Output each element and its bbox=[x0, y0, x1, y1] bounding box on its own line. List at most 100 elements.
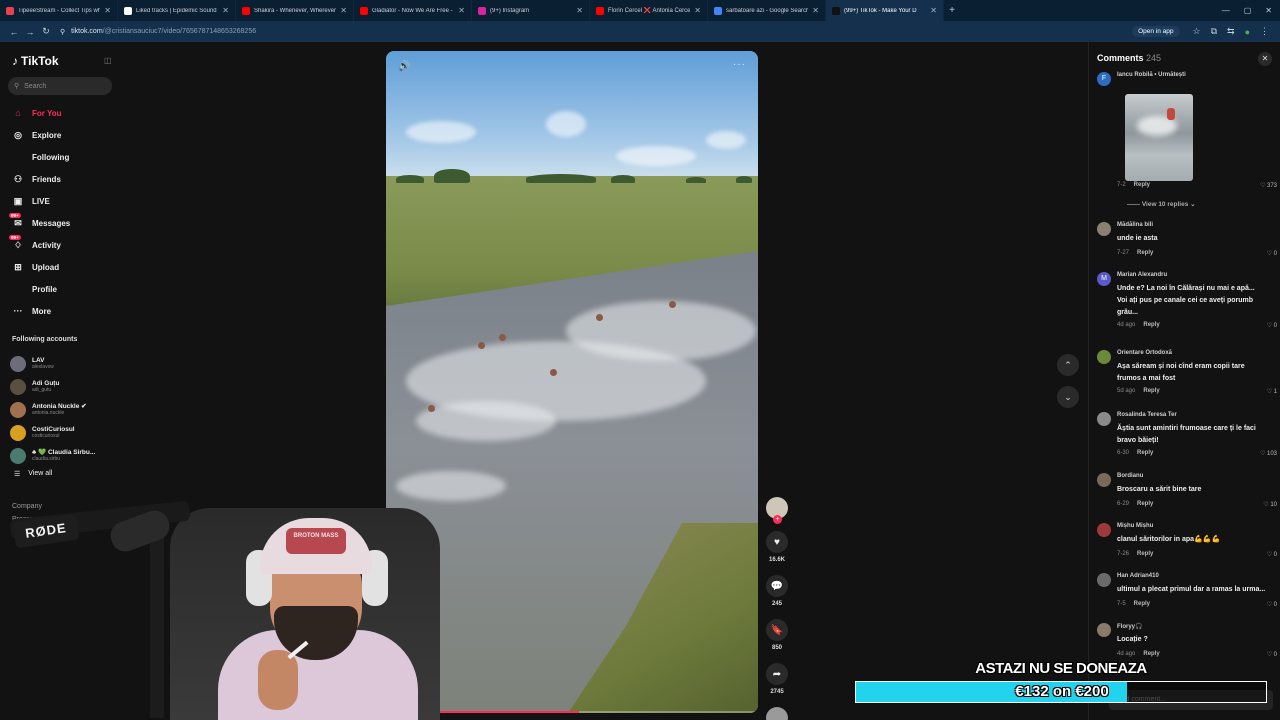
video-player[interactable]: 🔊 ··· bbox=[386, 51, 758, 713]
tab-close-icon[interactable]: ✕ bbox=[694, 6, 701, 15]
share-icon[interactable]: ➦ bbox=[766, 663, 788, 685]
tab-close-icon[interactable]: ✕ bbox=[222, 6, 229, 15]
tab-close-icon[interactable]: ✕ bbox=[104, 6, 111, 15]
comment-avatar[interactable]: M bbox=[1097, 272, 1111, 286]
comment-avatar[interactable] bbox=[1097, 523, 1111, 537]
comment-username[interactable]: Floryy🎧 bbox=[1117, 623, 1142, 630]
previous-video-button[interactable]: ⌃ bbox=[1057, 354, 1079, 376]
following-account[interactable]: CostiCuriosul costicuriosul bbox=[10, 421, 115, 444]
minimize-icon[interactable]: — bbox=[1222, 6, 1230, 15]
comment-avatar[interactable] bbox=[1097, 573, 1111, 587]
video-more-icon[interactable]: ··· bbox=[733, 59, 746, 70]
sidebar-item-profile[interactable]: Profile bbox=[8, 278, 112, 300]
search-input[interactable]: ⚲ Search bbox=[8, 77, 112, 95]
reply-button[interactable]: Reply bbox=[1137, 501, 1153, 507]
browser-tab[interactable]: Florin Cercel ❌ Antonia Cercel ✕ bbox=[590, 0, 708, 21]
sidebar-item-upload[interactable]: ⊞ Upload bbox=[8, 256, 112, 278]
forward-icon[interactable]: → bbox=[22, 27, 38, 37]
comment-username[interactable]: Rosalinda Teresa Ter bbox=[1117, 412, 1177, 418]
following-account[interactable]: Adi Guțu adi_gutu bbox=[10, 375, 115, 398]
comment-icon[interactable]: 💬 bbox=[766, 575, 788, 597]
tab-close-icon[interactable]: ✕ bbox=[340, 6, 347, 15]
browser-tab[interactable]: (99+) TikTok - Make Your D ✕ bbox=[826, 0, 944, 21]
comment-image[interactable] bbox=[1125, 94, 1193, 181]
following-account[interactable]: ♣ 💚 Claudia Sirbu... claudia.sirbu bbox=[10, 444, 115, 467]
volume-icon[interactable]: 🔊 bbox=[398, 61, 410, 72]
next-video-button[interactable]: ⌄ bbox=[1057, 386, 1079, 408]
reply-button[interactable]: Reply bbox=[1134, 182, 1150, 188]
comment-avatar[interactable] bbox=[1097, 623, 1111, 637]
comment-like[interactable]: ♡ 373 bbox=[1260, 182, 1277, 189]
comment-username[interactable]: Mișhu Mișhu bbox=[1117, 523, 1153, 529]
cast-icon[interactable]: ⇆ bbox=[1227, 26, 1235, 37]
open-in-app-button[interactable]: Open in app bbox=[1132, 26, 1180, 37]
maximize-icon[interactable]: ▢ bbox=[1244, 6, 1252, 15]
collapse-sidebar-icon[interactable]: ◫ bbox=[104, 56, 112, 65]
comment-avatar[interactable] bbox=[1097, 412, 1111, 426]
follow-plus-icon[interactable]: + bbox=[773, 515, 782, 524]
comment-like[interactable]: ♡ 0 bbox=[1267, 651, 1277, 658]
comment-avatar[interactable]: F bbox=[1097, 72, 1111, 86]
tab-close-icon[interactable]: ✕ bbox=[812, 6, 819, 15]
comment-like[interactable]: ♡ 103 bbox=[1260, 450, 1277, 457]
reply-button[interactable]: Reply bbox=[1134, 601, 1150, 607]
tiktok-logo[interactable]: ♪ TikTok bbox=[12, 54, 59, 68]
browser-menu-icon[interactable]: ⋮ bbox=[1260, 26, 1269, 37]
music-disc-avatar[interactable] bbox=[766, 707, 788, 720]
browser-tab[interactable]: sarbatoare azi - Google Search ✕ bbox=[708, 0, 826, 21]
comment-username[interactable]: Bordianu bbox=[1117, 473, 1143, 479]
following-account[interactable]: Antonia Nuckle ✔ antonia.nuckle bbox=[10, 398, 115, 421]
browser-tab[interactable]: Gladiator - Now We Are Free - ✕ bbox=[354, 0, 472, 21]
reply-button[interactable]: Reply bbox=[1137, 551, 1153, 557]
comment-like[interactable]: ♡ 0 bbox=[1267, 250, 1277, 257]
comment-avatar[interactable] bbox=[1097, 473, 1111, 487]
reply-button[interactable]: Reply bbox=[1143, 322, 1159, 328]
browser-tab[interactable]: Shakira - Whenever, Wherever ✕ bbox=[236, 0, 354, 21]
sidebar-item-following[interactable]: Following bbox=[8, 146, 112, 168]
sidebar-item-for-you[interactable]: ⌂ For You bbox=[8, 102, 112, 124]
comment-username[interactable]: Orientare Ortodoxă bbox=[1117, 350, 1172, 356]
sidebar-item-more[interactable]: ··· More bbox=[8, 300, 112, 322]
bookmark-icon[interactable]: 🔖 bbox=[766, 619, 788, 641]
sidebar-item-activity[interactable]: ♢ Activity 99+ bbox=[8, 234, 112, 256]
sidebar-item-friends[interactable]: ⚇ Friends bbox=[8, 168, 112, 190]
browser-tab[interactable]: Liked tracks | Epidemic Sound ✕ bbox=[118, 0, 236, 21]
browser-tab[interactable]: TipeeeStream - Collect Tips wh ✕ bbox=[0, 0, 118, 21]
tab-close-icon[interactable]: ✕ bbox=[930, 6, 937, 15]
tab-close-icon[interactable]: ✕ bbox=[458, 6, 465, 15]
like-icon[interactable]: ♥ bbox=[766, 531, 788, 553]
sidebar-item-live[interactable]: ▣ LIVE bbox=[8, 190, 112, 212]
comment-avatar[interactable] bbox=[1097, 350, 1111, 364]
sidebar-item-explore[interactable]: ◎ Explore bbox=[8, 124, 112, 146]
close-window-icon[interactable]: ✕ bbox=[1265, 6, 1272, 15]
creator-avatar[interactable]: + bbox=[766, 497, 788, 524]
video-progress-bar[interactable] bbox=[386, 711, 758, 713]
comment-like[interactable]: ♡ 0 bbox=[1267, 322, 1277, 329]
comment-avatar[interactable] bbox=[1097, 222, 1111, 236]
reply-button[interactable]: Reply bbox=[1137, 250, 1153, 256]
site-info-icon[interactable]: ⚲ bbox=[60, 28, 65, 36]
new-tab-button[interactable]: + bbox=[944, 5, 960, 16]
view-replies-link[interactable]: —— View 10 replies ⌄ bbox=[1127, 200, 1196, 208]
reply-button[interactable]: Reply bbox=[1143, 388, 1159, 394]
close-comments-icon[interactable]: ✕ bbox=[1258, 52, 1272, 66]
tab-close-icon[interactable]: ✕ bbox=[576, 6, 583, 15]
back-icon[interactable]: ← bbox=[6, 27, 22, 37]
comment-username[interactable]: Han Adrian410 bbox=[1117, 573, 1159, 579]
comment-username[interactable]: Marian Alexandru bbox=[1117, 272, 1167, 278]
url-field[interactable]: ⚲ tiktok.com/@cristiansauciuc7/video/765… bbox=[60, 24, 1124, 39]
reply-button[interactable]: Reply bbox=[1137, 450, 1153, 456]
reply-button[interactable]: Reply bbox=[1143, 651, 1159, 657]
extensions-icon[interactable]: ⧉ bbox=[1211, 26, 1217, 37]
comment-like[interactable]: ♡ 0 bbox=[1267, 601, 1277, 608]
following-account[interactable]: LAV alexlavsw bbox=[10, 352, 115, 375]
profile-icon[interactable]: ● bbox=[1245, 27, 1250, 37]
comment-like[interactable]: ♡ 0 bbox=[1267, 551, 1277, 558]
comment-username[interactable]: Iancu Robilă • Următești bbox=[1117, 72, 1186, 78]
reload-icon[interactable]: ↻ bbox=[38, 26, 54, 37]
comment-username[interactable]: Mădălina bili bbox=[1117, 222, 1153, 228]
browser-tab[interactable]: (9+) Instagram ✕ bbox=[472, 0, 590, 21]
sidebar-item-messages[interactable]: ✉ Messages 99+ bbox=[8, 212, 112, 234]
comment-like[interactable]: ♡ 1 bbox=[1267, 388, 1277, 395]
comment-like[interactable]: ♡ 10 bbox=[1263, 501, 1277, 508]
